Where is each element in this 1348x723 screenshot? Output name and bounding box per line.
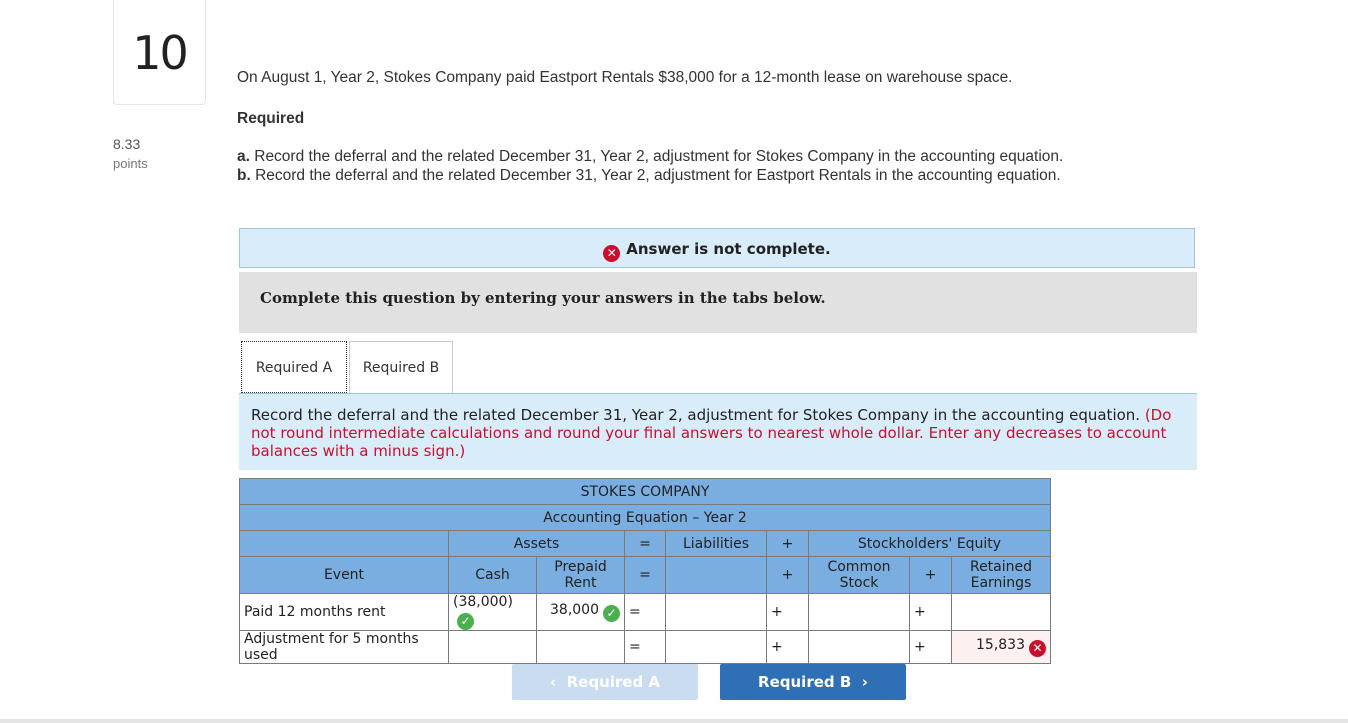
requirement-b-text: Record the deferral and the related Dece… — [250, 167, 1061, 184]
question-number-box: 10 — [113, 0, 206, 105]
banner-text: Answer is not complete. — [626, 240, 831, 258]
row-1-equals: = — [624, 593, 666, 631]
row-1-prepaid-input[interactable]: 38,000 ✓ — [536, 593, 625, 631]
question-prompt: On August 1, Year 2, Stokes Company paid… — [237, 69, 1013, 86]
row-1-plus-2: + — [909, 593, 952, 631]
row-2-event: Adjustment for 5 months used — [239, 630, 449, 664]
error-icon: ✕ — [603, 245, 621, 262]
accounting-equation-table: STOKES COMPANY Accounting Equation – Yea… — [239, 478, 1051, 664]
group-equity: Stockholders' Equity — [808, 530, 1051, 557]
row-2-cash-input[interactable] — [448, 630, 537, 664]
row-1-retained-input[interactable] — [951, 593, 1051, 631]
group-equals: = — [624, 530, 666, 557]
requirement-b-letter: b. — [237, 167, 251, 184]
row-2-prepaid-input[interactable] — [536, 630, 625, 664]
row-1-cash-value: (38,000) — [453, 594, 513, 610]
tab-required-b[interactable]: Required B — [349, 341, 453, 393]
instructions-main: Record the deferral and the related Dece… — [251, 406, 1141, 424]
row-2-common-input[interactable] — [808, 630, 910, 664]
row-2-plus-2: + — [909, 630, 952, 664]
tab-required-b-label: Required B — [362, 360, 440, 376]
next-required-b-button[interactable]: Required B › — [720, 664, 906, 700]
answer-status-banner: ✕ Answer is not complete. — [239, 228, 1195, 268]
prev-button-label: Required A — [566, 673, 661, 691]
group-assets: Assets — [448, 530, 625, 557]
row-2-plus-1: + — [766, 630, 809, 664]
row-2-equals: = — [624, 630, 666, 664]
panel-text: Complete this question by entering your … — [260, 289, 826, 307]
points-label: points — [113, 156, 148, 171]
group-blank — [239, 530, 449, 557]
bottom-divider — [0, 719, 1348, 723]
requirement-a: a. Record the deferral and the related D… — [237, 148, 1063, 166]
row-2-retained-input[interactable]: 15,833 ✕ — [951, 630, 1051, 664]
col-liabilities — [665, 556, 767, 594]
table-title: STOKES COMPANY — [239, 478, 1051, 505]
points-value: 8.33 — [113, 136, 141, 152]
tab-instructions: Record the deferral and the related Dece… — [239, 394, 1197, 470]
error-icon: ✕ — [1029, 640, 1046, 657]
row-1-liabilities-input[interactable] — [665, 593, 767, 631]
table-subtitle: Accounting Equation – Year 2 — [239, 504, 1051, 531]
row-1-event: Paid 12 months rent — [239, 593, 449, 631]
row-1-plus-1: + — [766, 593, 809, 631]
col-plus-1: + — [766, 556, 809, 594]
col-prepaid-rent: Prepaid Rent — [536, 556, 625, 594]
chevron-left-icon: ‹ — [549, 673, 567, 691]
table-row: Adjustment for 5 months used = + + 15,83… — [239, 630, 1051, 664]
tab-required-a-label: Required A — [255, 360, 333, 376]
row-1-common-input[interactable] — [808, 593, 910, 631]
question-number: 10 — [132, 26, 189, 80]
check-icon: ✓ — [603, 605, 620, 622]
instructions-panel: Complete this question by entering your … — [239, 272, 1197, 333]
next-button-label: Required B — [758, 673, 852, 691]
check-icon: ✓ — [457, 613, 474, 630]
col-plus-2: + — [909, 556, 952, 594]
col-common-stock: Common Stock — [808, 556, 910, 594]
required-heading: Required — [237, 110, 305, 127]
prev-required-a-button[interactable]: ‹ Required A — [512, 664, 698, 700]
chevron-right-icon: › — [851, 673, 868, 691]
row-1-cash-input[interactable]: (38,000) ✓ — [448, 593, 537, 631]
table-row: Paid 12 months rent (38,000)✓ 38,000 ✓ = … — [239, 593, 1051, 631]
requirement-a-letter: a. — [237, 148, 250, 165]
group-plus: + — [766, 530, 809, 557]
group-liabilities: Liabilities — [665, 530, 767, 557]
row-1-prepaid-value: 38,000 — [550, 602, 599, 618]
col-event: Event — [239, 556, 449, 594]
col-equals: = — [624, 556, 666, 594]
tab-required-a[interactable]: Required A — [241, 341, 347, 393]
row-2-retained-value: 15,833 — [976, 637, 1025, 653]
col-cash: Cash — [448, 556, 537, 594]
col-retained-earnings: Retained Earnings — [951, 556, 1051, 594]
requirement-a-text: Record the deferral and the related Dece… — [249, 148, 1064, 165]
requirement-b: b. Record the deferral and the related D… — [237, 167, 1061, 185]
row-2-liabilities-input[interactable] — [665, 630, 767, 664]
